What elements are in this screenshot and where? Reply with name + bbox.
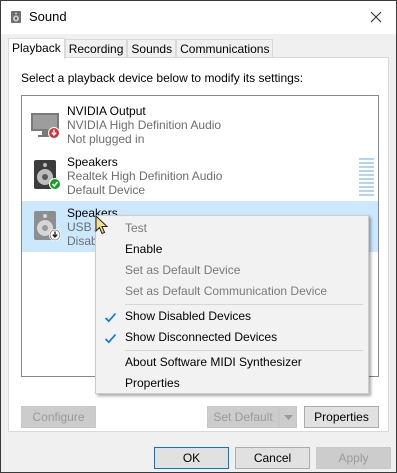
menu-item-set-default-device[interactable]: Set as Default Device	[96, 260, 368, 281]
configure-button[interactable]: Configure	[21, 406, 96, 428]
device-row-nvidia-output[interactable]: NVIDIA Output NVIDIA High Definition Aud…	[22, 99, 378, 150]
title-bar[interactable]: Sound	[1, 1, 396, 34]
speaker-icon	[30, 159, 62, 191]
menu-item-set-default-communication-device[interactable]: Set as Default Communication Device	[96, 281, 368, 302]
tab-sounds[interactable]: Sounds	[127, 39, 177, 58]
menu-item-about-midi-synth[interactable]: About Software MIDI Synthesizer	[96, 352, 368, 373]
menu-separator	[125, 350, 363, 351]
close-icon	[370, 11, 382, 23]
device-info: Speakers Realtek High Definition Audio D…	[67, 155, 222, 197]
menu-item-label: Show Disabled Devices	[125, 309, 252, 323]
menu-item-test[interactable]: Test	[96, 218, 368, 239]
device-status: Default Device	[67, 183, 146, 197]
device-name: Speakers	[67, 155, 118, 169]
chevron-down-icon	[283, 414, 293, 420]
mouse-cursor-icon	[95, 214, 109, 235]
tab-recording[interactable]: Recording	[64, 39, 128, 58]
close-button[interactable]	[356, 1, 396, 33]
window-title: Sound	[29, 9, 67, 24]
volume-level-meter	[359, 158, 374, 196]
check-icon	[104, 310, 117, 323]
speaker-app-icon	[9, 10, 23, 24]
tab-strip: Playback Recording Sounds Communications	[8, 38, 274, 59]
set-default-dropdown-button[interactable]	[279, 406, 297, 428]
device-driver: Realtek High Definition Audio	[67, 169, 223, 183]
menu-item-label: Show Disconnected Devices	[125, 330, 278, 344]
device-driver: NVIDIA High Definition Audio	[67, 118, 222, 132]
cancel-button[interactable]: Cancel	[235, 447, 310, 469]
context-menu: Test Enable Set as Default Device Set as…	[95, 215, 369, 394]
menu-item-enable[interactable]: Enable	[96, 239, 368, 260]
set-default-button[interactable]: Set Default	[207, 406, 279, 428]
properties-button[interactable]: Properties	[304, 406, 379, 428]
menu-item-show-disabled-devices[interactable]: Show Disabled Devices	[96, 306, 368, 327]
device-row-realtek-speakers[interactable]: Speakers Realtek High Definition Audio D…	[22, 150, 378, 201]
sound-dialog: Sound Playback Recording Sounds Communic…	[0, 0, 397, 473]
speaker-icon	[30, 210, 62, 242]
device-name: NVIDIA Output	[67, 104, 146, 118]
tab-playback[interactable]: Playback	[8, 38, 65, 59]
menu-separator	[125, 304, 363, 305]
menu-item-show-disconnected-devices[interactable]: Show Disconnected Devices	[96, 327, 368, 348]
menu-item-properties[interactable]: Properties	[96, 373, 368, 394]
device-info: NVIDIA Output NVIDIA High Definition Aud…	[67, 104, 221, 146]
ok-button[interactable]: OK	[154, 447, 229, 469]
device-status: Not plugged in	[67, 132, 145, 146]
check-icon	[104, 331, 117, 344]
instruction-text: Select a playback device below to modify…	[21, 71, 304, 85]
apply-button[interactable]: Apply	[316, 447, 391, 469]
monitor-speaker-icon	[30, 108, 62, 140]
tab-communications[interactable]: Communications	[176, 39, 274, 58]
